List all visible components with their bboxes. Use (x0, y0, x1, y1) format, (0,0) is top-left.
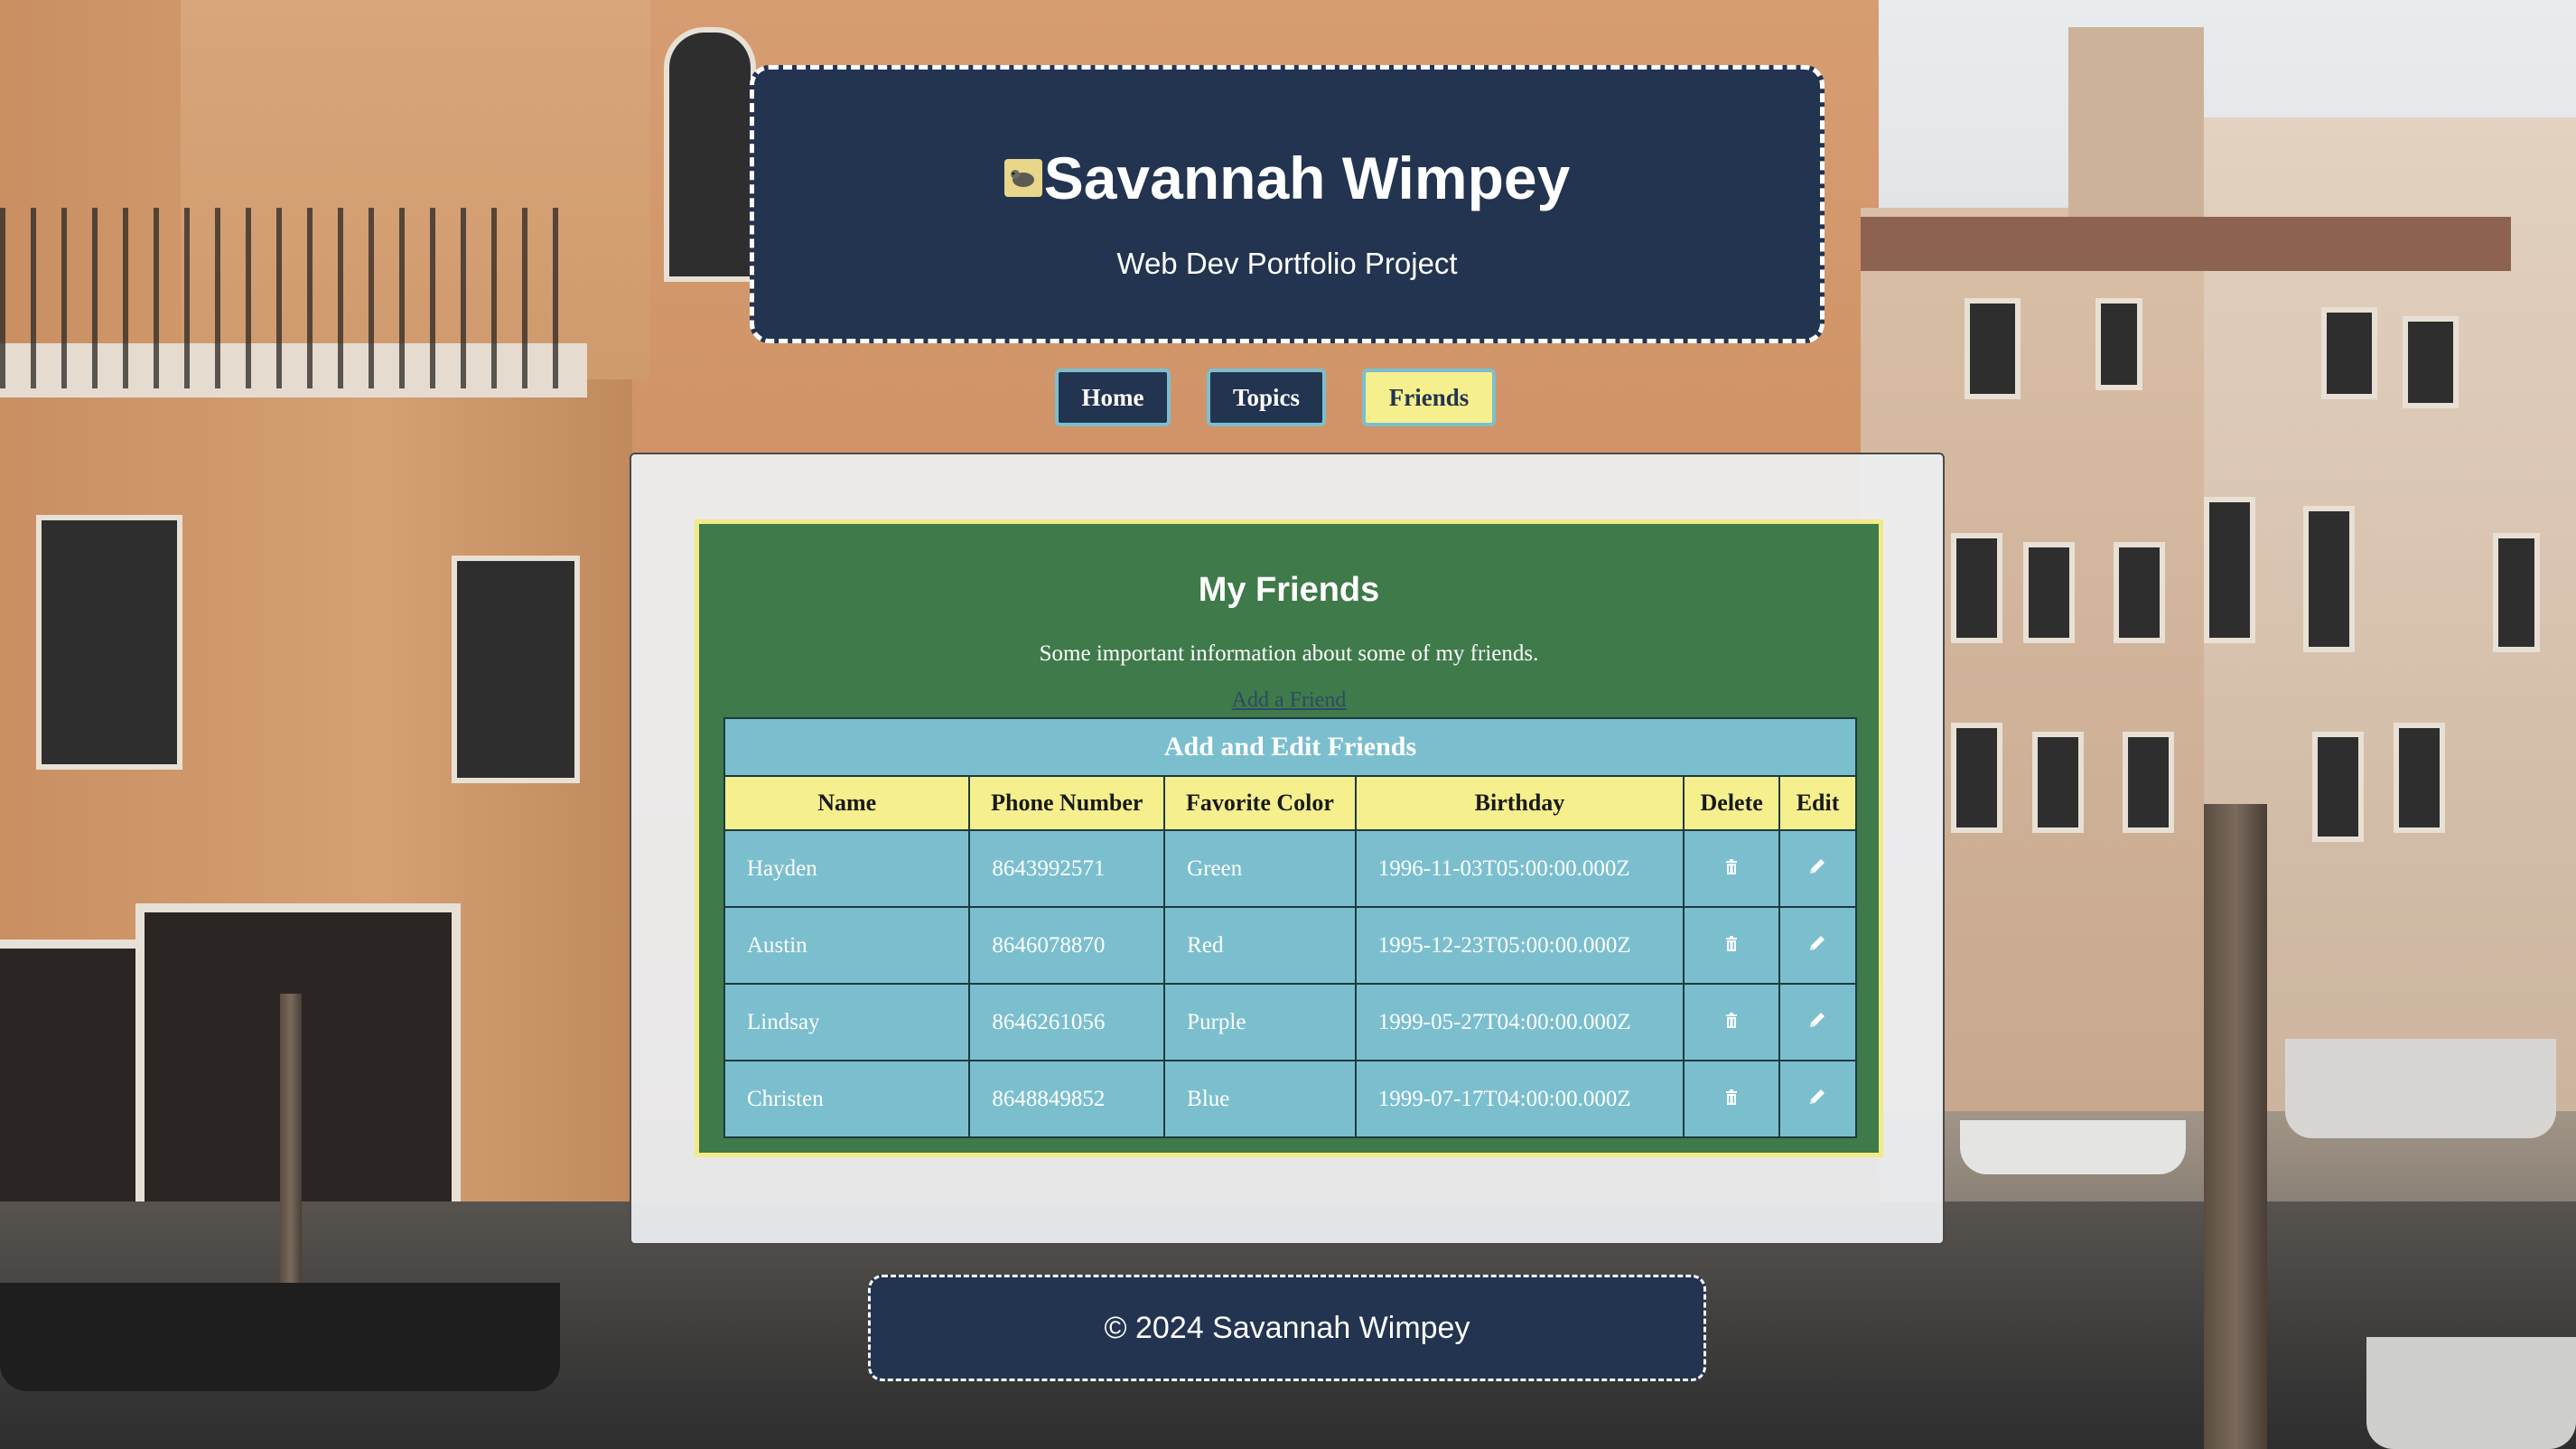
table-caption: Add and Edit Friends (723, 717, 1857, 777)
add-friend-link[interactable]: Add a Friend (699, 688, 1879, 713)
pencil-icon[interactable] (1808, 1087, 1826, 1112)
site-footer: © 2024 Savannah Wimpey (868, 1275, 1706, 1381)
table-row: Christen 8648849852 Blue 1999-07-17T04:0… (723, 1060, 1857, 1138)
delete-cell (1683, 829, 1781, 908)
pencil-icon[interactable] (1808, 856, 1826, 882)
column-header-delete: Delete (1683, 775, 1781, 831)
trash-icon[interactable] (1725, 1010, 1738, 1035)
edit-cell (1778, 906, 1857, 985)
friend-name: Austin (723, 906, 971, 985)
edit-cell (1778, 829, 1857, 908)
column-header-name: Name (723, 775, 971, 831)
friends-card: My Friends Some important information ab… (695, 519, 1883, 1157)
friend-phone: 8643992571 (968, 829, 1166, 908)
edit-cell (1778, 983, 1857, 1061)
table-row: Austin 8646078870 Red 1995-12-23T05:00:0… (723, 906, 1857, 985)
delete-cell (1683, 983, 1781, 1061)
pencil-icon[interactable] (1808, 933, 1826, 958)
site-subtitle: Web Dev Portfolio Project (1116, 247, 1458, 280)
picture-icon (1003, 159, 1042, 197)
column-header-phone: Phone Number (968, 775, 1166, 831)
title-row: Savannah Wimpey (754, 133, 1820, 223)
friend-birthday: 1999-05-27T04:00:00.000Z (1354, 983, 1685, 1061)
table-row: Hayden 8643992571 Green 1996-11-03T05:00… (723, 829, 1857, 908)
friend-birthday: 1995-12-23T05:00:00.000Z (1354, 906, 1685, 985)
table-header-row: Name Phone Number Favorite Color Birthda… (723, 775, 1857, 831)
friend-color: Red (1163, 906, 1357, 985)
trash-icon[interactable] (1725, 1087, 1738, 1112)
table-row: Lindsay 8646261056 Purple 1999-05-27T04:… (723, 983, 1857, 1061)
nav-topics-button[interactable]: Topics (1207, 369, 1326, 426)
column-header-birthday: Birthday (1354, 775, 1685, 831)
friend-birthday: 1996-11-03T05:00:00.000Z (1354, 829, 1685, 908)
trash-icon[interactable] (1725, 856, 1738, 882)
column-header-color: Favorite Color (1163, 775, 1357, 831)
site-title: Savannah Wimpey (1043, 145, 1571, 211)
friend-color: Blue (1163, 1060, 1357, 1138)
friend-phone: 8646261056 (968, 983, 1166, 1061)
page-title: My Friends (1198, 571, 1380, 609)
friend-color: Purple (1163, 983, 1357, 1061)
trash-icon[interactable] (1725, 933, 1738, 958)
friend-name: Lindsay (723, 983, 971, 1061)
nav-friends-button[interactable]: Friends (1362, 369, 1496, 426)
friends-table: Add and Edit Friends Name Phone Number F… (723, 717, 1857, 1138)
page-description: Some important information about some of… (1039, 641, 1539, 666)
column-header-edit: Edit (1778, 775, 1857, 831)
friend-phone: 8646078870 (968, 906, 1166, 985)
nav-home-button[interactable]: Home (1055, 369, 1171, 426)
friend-name: Hayden (723, 829, 971, 908)
friend-phone: 8648849852 (968, 1060, 1166, 1138)
copyright-text: © 2024 Savannah Wimpey (1104, 1310, 1470, 1345)
site-header: Savannah Wimpey Web Dev Portfolio Projec… (750, 65, 1825, 343)
friend-birthday: 1999-07-17T04:00:00.000Z (1354, 1060, 1685, 1138)
edit-cell (1778, 1060, 1857, 1138)
friend-color: Green (1163, 829, 1357, 908)
delete-cell (1683, 906, 1781, 985)
friend-name: Christen (723, 1060, 971, 1138)
delete-cell (1683, 1060, 1781, 1138)
main-panel: My Friends Some important information ab… (630, 453, 1945, 1245)
pencil-icon[interactable] (1808, 1010, 1826, 1035)
